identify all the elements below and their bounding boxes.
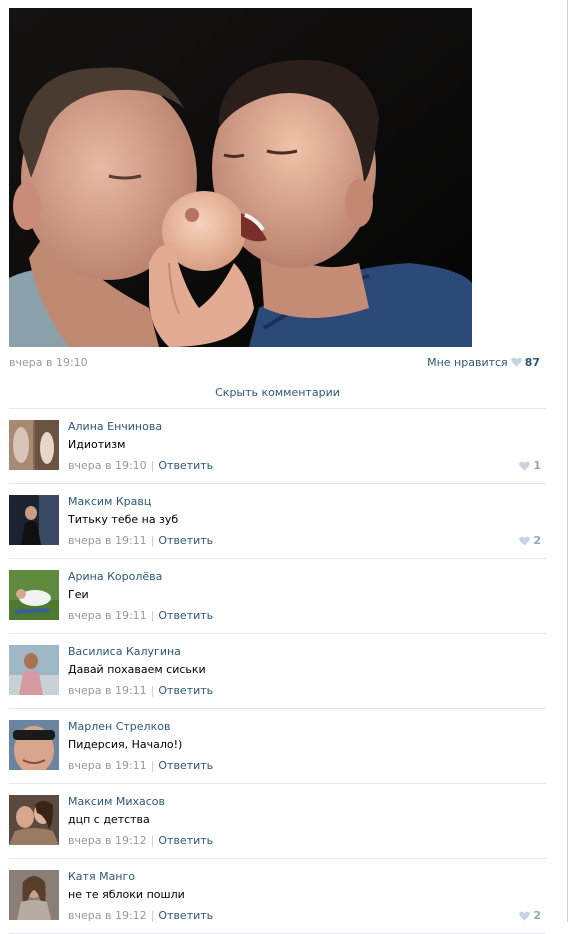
like-count: 2 <box>533 909 541 922</box>
avatar-image <box>9 420 59 470</box>
page-border <box>567 0 568 922</box>
comment-meta: вчера в 19:10 | Ответить <box>68 459 213 472</box>
comment-item: Марлен Стрелков Пидерсия, Начало!) вчера… <box>9 709 546 784</box>
comment-item: Алина Енчинова Идиотизм вчера в 19:10 | … <box>9 409 546 484</box>
comment-time[interactable]: вчера в 19:11 <box>68 534 147 547</box>
comment-text: Геи <box>68 588 89 601</box>
comment-text: дцп с детства <box>68 813 150 826</box>
like-count: 87 <box>524 355 540 369</box>
avatar[interactable] <box>9 795 59 845</box>
like-count: 1 <box>533 459 541 472</box>
comment-author[interactable]: Максим Кравц <box>68 495 151 508</box>
heart-icon <box>519 911 531 920</box>
comment-time[interactable]: вчера в 19:11 <box>68 609 147 622</box>
reply-link[interactable]: Ответить <box>158 834 213 847</box>
comment-like-button[interactable]: 1 <box>519 459 541 472</box>
post-photo[interactable] <box>9 8 472 347</box>
hide-comments-link[interactable]: Скрыть комментарии <box>9 386 546 399</box>
comment-meta: вчера в 19:11 | Ответить <box>68 609 213 622</box>
comment-author[interactable]: Марлен Стрелков <box>68 720 170 733</box>
separator: | <box>150 834 155 847</box>
like-label: Мне нравится <box>427 355 508 369</box>
comment-item: Катя Манго не те яблоки пошли вчера в 19… <box>9 859 546 934</box>
separator: | <box>150 534 155 547</box>
heart-icon <box>519 536 531 545</box>
post-meta: вчера в 19:10 Мне нравится 87 <box>9 354 540 370</box>
comment-meta: вчера в 19:12 | Ответить <box>68 834 213 847</box>
comment-text: не те яблоки пошли <box>68 888 185 901</box>
reply-link[interactable]: Ответить <box>158 459 213 472</box>
reply-link[interactable]: Ответить <box>158 759 213 772</box>
comment-item: Арина Королёва Геи вчера в 19:11 | Ответ… <box>9 559 546 634</box>
avatar-image <box>9 795 59 845</box>
avatar-image <box>9 720 59 770</box>
separator: | <box>150 684 155 697</box>
comment-time[interactable]: вчера в 19:11 <box>68 684 147 697</box>
separator: | <box>150 609 155 622</box>
comment-meta: вчера в 19:11 | Ответить <box>68 759 213 772</box>
comment-text: Титьку тебе на зуб <box>68 513 179 526</box>
comment-item: Максим Кравц Титьку тебе на зуб вчера в … <box>9 484 546 559</box>
avatar-image <box>9 495 59 545</box>
post-time[interactable]: вчера в 19:10 <box>9 356 88 369</box>
avatar[interactable] <box>9 720 59 770</box>
comments-list: Алина Енчинова Идиотизм вчера в 19:10 | … <box>9 409 546 934</box>
separator: | <box>150 759 155 772</box>
post-like-button[interactable]: Мне нравится 87 <box>427 356 540 369</box>
reply-link[interactable]: Ответить <box>158 909 213 922</box>
heart-icon <box>510 357 522 367</box>
comment-text: Пидерсия, Начало!) <box>68 738 183 751</box>
heart-icon <box>519 461 531 470</box>
comment-author[interactable]: Алина Енчинова <box>68 420 162 433</box>
comment-text: Давай похаваем сиськи <box>68 663 206 676</box>
comment-meta: вчера в 19:11 | Ответить <box>68 534 213 547</box>
comment-time[interactable]: вчера в 19:12 <box>68 834 147 847</box>
avatar[interactable] <box>9 570 59 620</box>
comment-meta: вчера в 19:11 | Ответить <box>68 684 213 697</box>
separator: | <box>150 909 155 922</box>
reply-link[interactable]: Ответить <box>158 684 213 697</box>
avatar-image <box>9 645 59 695</box>
photo-image <box>9 8 472 347</box>
comment-author[interactable]: Максим Михасов <box>68 795 165 808</box>
avatar-image <box>9 870 59 920</box>
comment-like-button[interactable]: 2 <box>519 534 541 547</box>
avatar-image <box>9 570 59 620</box>
comment-time[interactable]: вчера в 19:12 <box>68 909 147 922</box>
avatar[interactable] <box>9 495 59 545</box>
reply-link[interactable]: Ответить <box>158 609 213 622</box>
comment-item: Василиса Калугина Давай похаваем сиськи … <box>9 634 546 709</box>
avatar[interactable] <box>9 420 59 470</box>
comment-author[interactable]: Василиса Калугина <box>68 645 181 658</box>
like-count: 2 <box>533 534 541 547</box>
comment-time[interactable]: вчера в 19:10 <box>68 459 147 472</box>
comment-text: Идиотизм <box>68 438 126 451</box>
reply-link[interactable]: Ответить <box>158 534 213 547</box>
comment-author[interactable]: Арина Королёва <box>68 570 162 583</box>
comment-author[interactable]: Катя Манго <box>68 870 135 883</box>
avatar[interactable] <box>9 870 59 920</box>
comment-meta: вчера в 19:12 | Ответить <box>68 909 213 922</box>
avatar[interactable] <box>9 645 59 695</box>
comment-time[interactable]: вчера в 19:11 <box>68 759 147 772</box>
separator: | <box>150 459 155 472</box>
comment-like-button[interactable]: 2 <box>519 909 541 922</box>
comment-item: Максим Михасов дцп с детства вчера в 19:… <box>9 784 546 859</box>
